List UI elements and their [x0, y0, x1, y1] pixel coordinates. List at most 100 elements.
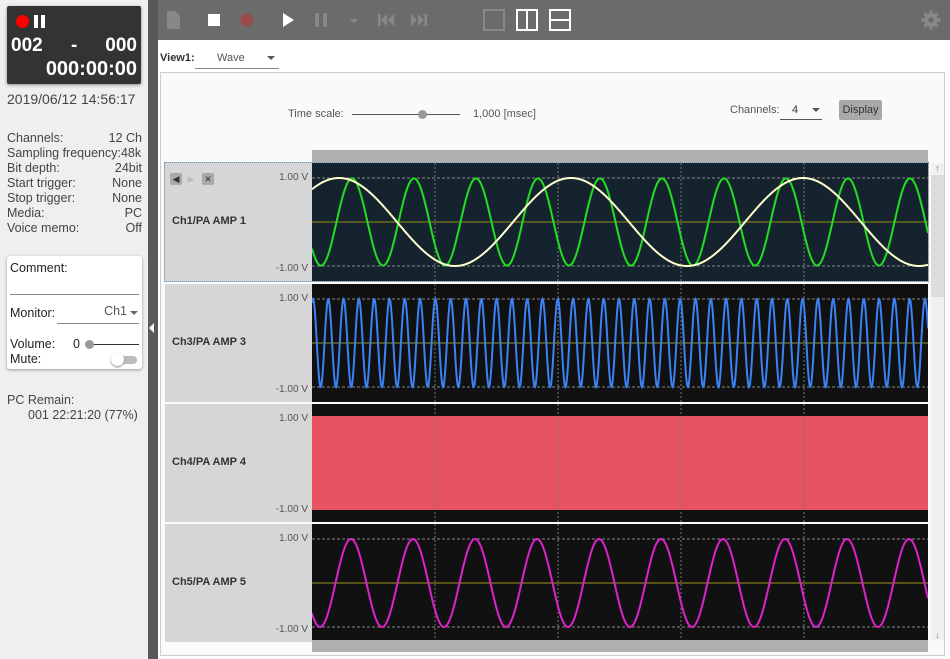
- view-label: View1:: [160, 52, 195, 64]
- scroll-up-icon[interactable]: ↑: [932, 163, 943, 173]
- info-value: 24bit: [114, 161, 142, 175]
- vertical-scrollbar[interactable]: ↑ ↓: [931, 163, 944, 640]
- volume-slider-handle[interactable]: [85, 340, 94, 349]
- info-value: 12 Ch: [108, 131, 142, 145]
- scale-bottom: -1.00 V: [275, 504, 308, 515]
- toolbar: [158, 0, 950, 40]
- scale-bottom: -1.00 V: [275, 624, 308, 635]
- channel-row[interactable]: ◀ ▶ ✕ 1.00 V Ch1/PA AMP 1 -1.00 V: [164, 162, 929, 282]
- record-icon[interactable]: [237, 10, 257, 30]
- horizontal-scrollbar[interactable]: [312, 640, 928, 652]
- channel-name: Ch5/PA AMP 5: [172, 576, 246, 588]
- mute-toggle-knob[interactable]: [111, 353, 124, 366]
- waveform-plot[interactable]: [312, 284, 928, 402]
- pc-remain-value: 001 22:21:20 (77%): [28, 408, 138, 422]
- file-icon[interactable]: [163, 10, 183, 30]
- view-select[interactable]: Wave: [195, 46, 279, 69]
- scale-top: 1.00 V: [279, 533, 308, 544]
- record-indicator-icon: [16, 15, 29, 28]
- stop-icon[interactable]: [204, 10, 224, 30]
- channel-label-panel: 1.00 V Ch5/PA AMP 5 -1.00 V: [165, 524, 312, 642]
- channel-row[interactable]: 1.00 V Ch4/PA AMP 4 -1.00 V: [165, 404, 928, 522]
- channel-label-panel: 1.00 V Ch3/PA AMP 3 -1.00 V: [165, 284, 312, 402]
- main-area: View1: Wave Time scale: 1,000 [msec] Cha…: [158, 40, 950, 659]
- scale-bottom: -1.00 V: [275, 263, 308, 274]
- channel-label-panel: 1.00 V Ch4/PA AMP 4 -1.00 V: [165, 404, 312, 522]
- info-row: Stop trigger: None: [7, 191, 142, 206]
- scale-top: 1.00 V: [279, 293, 308, 304]
- volume-slider[interactable]: [89, 344, 139, 345]
- elapsed-time: 000:00:00: [45, 58, 137, 80]
- play-icon[interactable]: [278, 10, 298, 30]
- monitor-label: Monitor:: [10, 306, 56, 320]
- channel-row[interactable]: 1.00 V Ch5/PA AMP 5 -1.00 V: [165, 524, 928, 642]
- skip-forward-icon[interactable]: [409, 10, 429, 30]
- volume-value: 0: [73, 337, 80, 351]
- info-row: Channels: 12 Ch: [7, 131, 142, 146]
- volume-label: Volume:: [10, 337, 56, 351]
- channel-name: Ch3/PA AMP 3: [172, 336, 246, 348]
- prev-icon[interactable]: ◀: [170, 173, 182, 185]
- skip-back-icon[interactable]: [376, 10, 396, 30]
- scale-bottom: -1.00 V: [275, 384, 308, 395]
- info-label: Media:: [7, 206, 45, 220]
- time-scale-value: 1,000 [msec]: [473, 108, 536, 120]
- waveform-plot[interactable]: [312, 524, 928, 642]
- info-label: Bit depth:: [7, 161, 60, 175]
- record-counter: 002 - 000 000:00:00: [7, 6, 141, 84]
- channel-name: Ch4/PA AMP 4: [172, 456, 246, 468]
- time-scale-slider-handle[interactable]: [418, 110, 427, 119]
- pause-indicator-icon: [41, 15, 45, 28]
- pc-remain-label: PC Remain:: [7, 393, 75, 407]
- sidebar-collapse-handle[interactable]: [148, 0, 158, 659]
- marker-number: 000: [105, 35, 137, 56]
- info-row: Bit depth: 24bit: [7, 161, 142, 176]
- comment-label: Comment:: [10, 261, 68, 275]
- info-label: Channels:: [7, 131, 64, 145]
- scale-top: 1.00 V: [279, 413, 308, 424]
- close-icon[interactable]: ✕: [202, 173, 214, 185]
- waveform-plot[interactable]: [312, 163, 928, 281]
- info-label: Start trigger:: [7, 176, 76, 190]
- comment-input[interactable]: [10, 294, 139, 295]
- dropdown-icon[interactable]: [344, 10, 364, 30]
- status-sidebar: 002 - 000 000:00:00 2019/06/12 14:56:17 …: [0, 0, 148, 659]
- scrollbar-thumb[interactable]: [931, 175, 944, 297]
- pause-icon[interactable]: [311, 10, 331, 30]
- channel-label-panel: ◀ ▶ ✕ 1.00 V Ch1/PA AMP 1 -1.00 V: [165, 163, 312, 281]
- counter-separator: -: [71, 35, 78, 56]
- info-value: 48kHz: [120, 146, 142, 160]
- wave-panel: Time scale: 1,000 [msec] Channels: 4 Dis…: [160, 72, 945, 656]
- info-row: Sampling frequency:48kHz: [7, 146, 142, 161]
- scroll-down-icon[interactable]: ↓: [932, 630, 943, 640]
- monitor-select[interactable]: Ch1: [57, 304, 139, 324]
- channels-select[interactable]: 4: [780, 98, 822, 120]
- next-icon[interactable]: ▶: [185, 173, 197, 185]
- time-scale-slider[interactable]: [352, 114, 460, 115]
- layout-split-vertical-icon[interactable]: [516, 9, 538, 31]
- waveform-fill: [312, 416, 928, 510]
- take-number: 002: [11, 35, 43, 56]
- channel-name: Ch1/PA AMP 1: [172, 215, 246, 227]
- info-row: Media: PC: [7, 206, 142, 221]
- mute-label: Mute:: [10, 352, 42, 366]
- channel-row[interactable]: 1.00 V Ch3/PA AMP 3 -1.00 V: [165, 284, 928, 402]
- layout-split-horizontal-icon[interactable]: [549, 9, 571, 31]
- display-button[interactable]: Display: [839, 100, 882, 120]
- time-overview-bar[interactable]: [312, 150, 928, 163]
- info-row: Start trigger: None: [7, 176, 142, 191]
- pause-indicator-icon: [34, 15, 38, 28]
- info-label: Sampling frequency:: [7, 146, 121, 160]
- collapse-arrow-icon[interactable]: [149, 323, 154, 333]
- datetime: 2019/06/12 14:56:17: [7, 91, 136, 107]
- info-value: Off: [125, 221, 142, 235]
- waveform-plot[interactable]: [312, 404, 928, 522]
- info-label: Stop trigger:: [7, 191, 76, 205]
- layout-single-icon[interactable]: [483, 9, 505, 31]
- gear-icon[interactable]: [921, 10, 941, 30]
- info-value: PC: [124, 206, 142, 220]
- channels-label: Channels:: [730, 104, 780, 116]
- info-label: Voice memo:: [7, 221, 80, 235]
- monitor-card: Comment: Monitor: Ch1 Volume: 0 Mute:: [7, 256, 142, 369]
- info-row: Voice memo: Off: [7, 221, 142, 236]
